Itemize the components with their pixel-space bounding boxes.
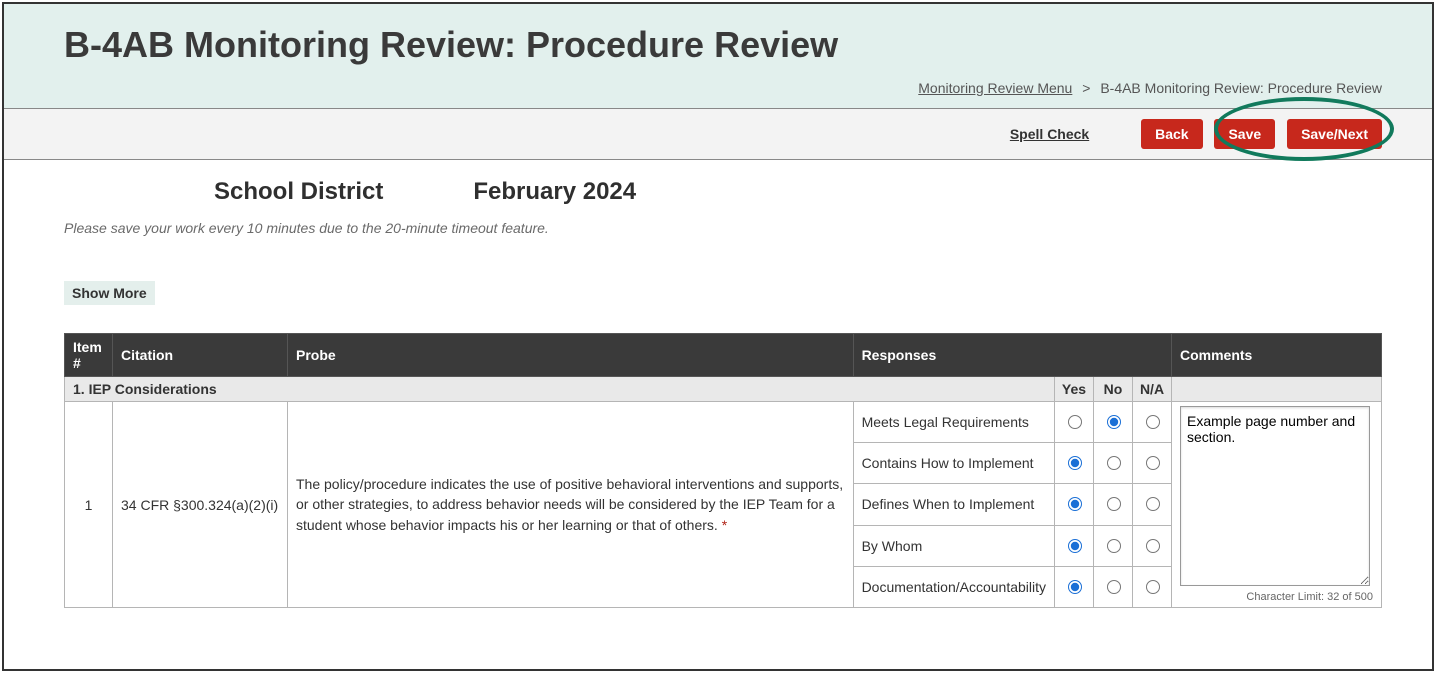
breadcrumb-link[interactable]: Monitoring Review Menu (918, 80, 1072, 96)
response-1-no-radio[interactable] (1107, 456, 1121, 470)
probe-cell: The policy/procedure indicates the use o… (288, 402, 854, 608)
char-limit-label: Character Limit: 32 of 500 (1180, 591, 1373, 603)
response-2-yes-radio[interactable] (1068, 497, 1082, 511)
response-1-na-radio[interactable] (1146, 456, 1160, 470)
th-yes: Yes (1055, 377, 1094, 402)
response-4-na-radio[interactable] (1146, 580, 1160, 594)
toolbar: Spell Check Back Save Save/Next (4, 109, 1432, 160)
th-comments: Comments (1172, 334, 1382, 377)
save-next-button[interactable]: Save/Next (1287, 119, 1382, 149)
comments-cell: Character Limit: 32 of 500 (1172, 402, 1382, 608)
th-no: No (1094, 377, 1133, 402)
response-3-no-radio[interactable] (1107, 539, 1121, 553)
response-label-3: By Whom (853, 525, 1054, 566)
th-citation: Citation (113, 334, 288, 377)
save-reminder-note: Please save your work every 10 minutes d… (64, 220, 1382, 236)
th-na: N/A (1133, 377, 1172, 402)
school-district-label: School District (214, 178, 383, 206)
header-band: B-4AB Monitoring Review: Procedure Revie… (4, 4, 1432, 109)
th-probe: Probe (288, 334, 854, 377)
response-2-na-radio[interactable] (1146, 497, 1160, 511)
save-button[interactable]: Save (1214, 119, 1275, 149)
spell-check-link[interactable]: Spell Check (1010, 126, 1089, 142)
page-title: B-4AB Monitoring Review: Procedure Revie… (64, 24, 1382, 66)
period-label: February 2024 (473, 178, 636, 206)
response-3-yes-radio[interactable] (1068, 539, 1082, 553)
comments-subheader-blank (1172, 377, 1382, 402)
review-table: Item # Citation Probe Responses Comments… (64, 333, 1382, 608)
response-label-4: Documentation/Accountability (853, 566, 1054, 607)
breadcrumb-separator: > (1082, 80, 1090, 96)
required-asterisk: * (722, 517, 727, 533)
response-2-no-radio[interactable] (1107, 497, 1121, 511)
response-0-yes-radio[interactable] (1068, 415, 1082, 429)
show-more-button[interactable]: Show More (64, 281, 155, 305)
response-4-yes-radio[interactable] (1068, 580, 1082, 594)
item-number-cell: 1 (65, 402, 113, 608)
response-1-yes-radio[interactable] (1068, 456, 1082, 470)
response-label-1: Contains How to Implement (853, 443, 1054, 484)
th-item: Item # (65, 334, 113, 377)
citation-cell: 34 CFR §300.324(a)(2)(i) (113, 402, 288, 608)
response-label-2: Defines When to Implement (853, 484, 1054, 525)
breadcrumb: Monitoring Review Menu > B-4AB Monitorin… (64, 80, 1382, 96)
breadcrumb-current: B-4AB Monitoring Review: Procedure Revie… (1100, 80, 1382, 96)
faded-placeholder-text (64, 244, 1382, 259)
response-0-no-radio[interactable] (1107, 415, 1121, 429)
response-3-na-radio[interactable] (1146, 539, 1160, 553)
comments-textarea[interactable] (1180, 406, 1370, 586)
th-responses: Responses (853, 334, 1171, 377)
probe-text: The policy/procedure indicates the use o… (296, 476, 843, 533)
section-label: 1. IEP Considerations (65, 377, 1055, 402)
response-label-0: Meets Legal Requirements (853, 402, 1054, 443)
response-0-na-radio[interactable] (1146, 415, 1160, 429)
back-button[interactable]: Back (1141, 119, 1202, 149)
subhead-row: School District February 2024 (64, 178, 1382, 206)
response-4-no-radio[interactable] (1107, 580, 1121, 594)
